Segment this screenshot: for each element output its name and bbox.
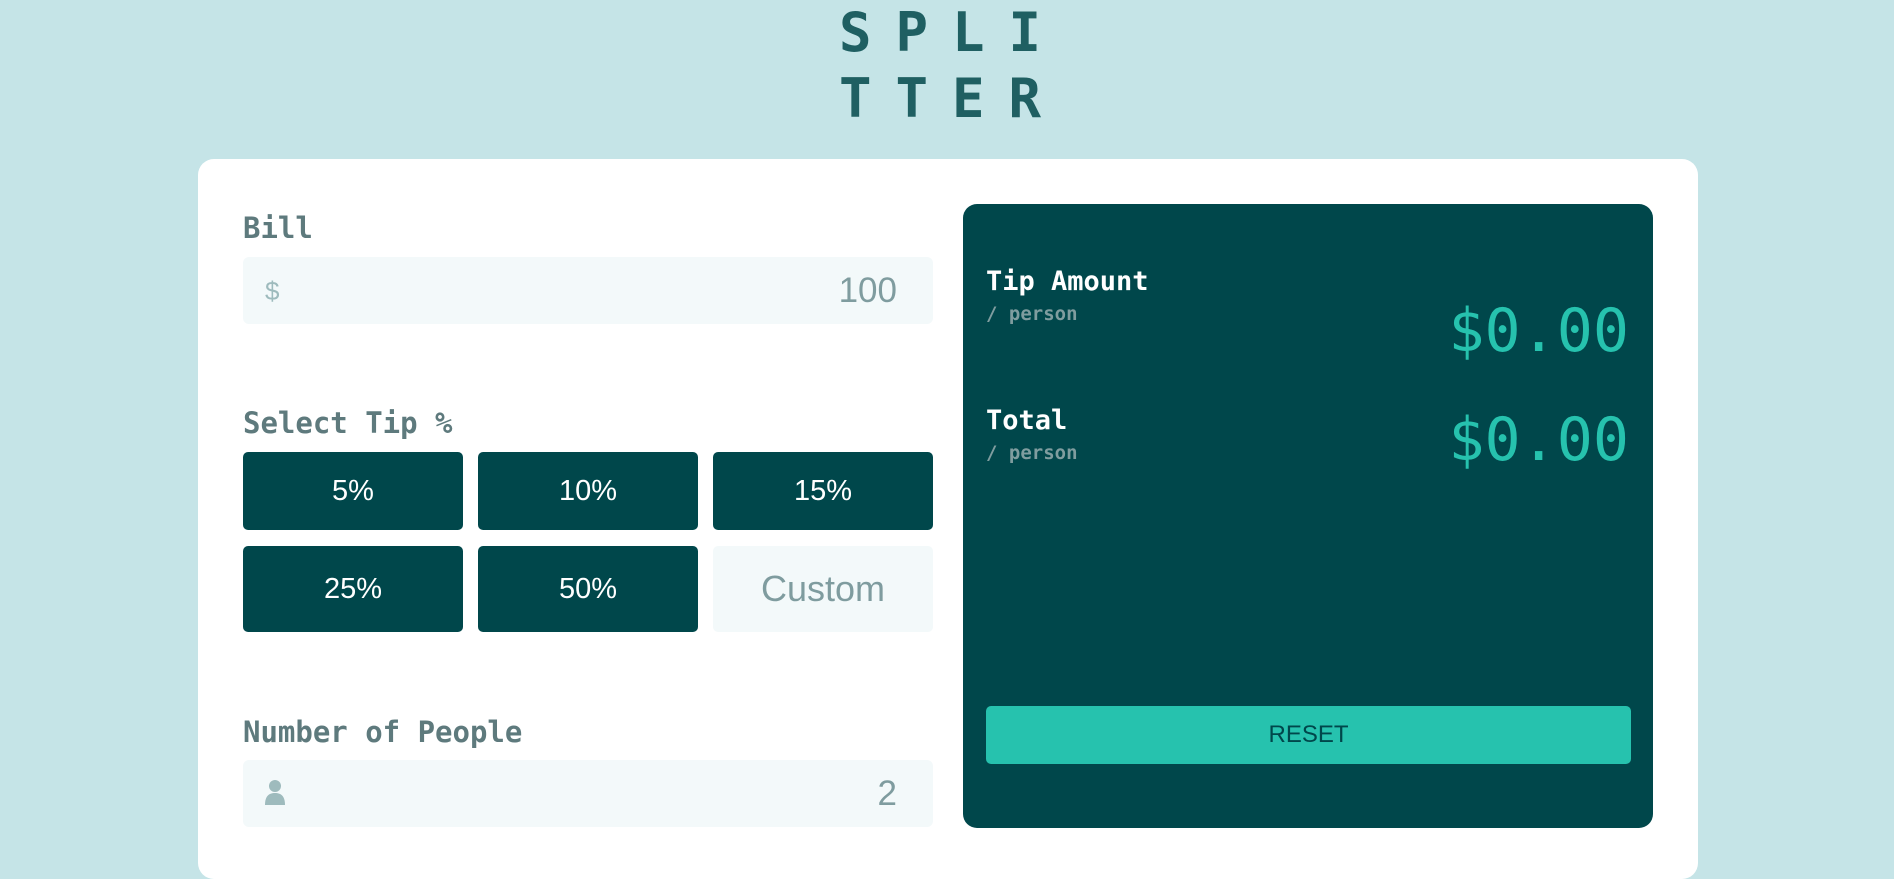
bill-input-value: 100 (838, 270, 897, 310)
bill-label: Bill (243, 211, 313, 245)
results-panel: Tip Amount / person $0.00 Total / person… (963, 204, 1653, 828)
tip-custom-input[interactable]: Custom (713, 546, 933, 632)
dollar-icon: $ (265, 275, 280, 306)
total-value: $0.00 (1448, 405, 1629, 475)
people-input-value: 2 (877, 773, 897, 813)
calculator-card: Bill $ 100 Select Tip % 5% 10% 15% 25% 5… (198, 159, 1698, 879)
total-label: Total (986, 405, 1068, 436)
tip-button-5[interactable]: 5% (243, 452, 463, 530)
person-icon (265, 779, 285, 809)
total-per-person-label: / person (986, 442, 1078, 464)
tip-button-50[interactable]: 50% (478, 546, 698, 632)
reset-button[interactable]: RESET (986, 706, 1631, 764)
tip-amount-per-person-label: / person (986, 303, 1078, 325)
tip-button-25[interactable]: 25% (243, 546, 463, 632)
tip-button-15[interactable]: 15% (713, 452, 933, 530)
app-logo: SPLI TTER (839, 1, 1066, 130)
tip-amount-value: $0.00 (1448, 296, 1629, 366)
select-tip-label: Select Tip % (243, 406, 453, 440)
people-input[interactable]: 2 (243, 760, 933, 827)
tip-button-10[interactable]: 10% (478, 452, 698, 530)
tip-amount-label: Tip Amount (986, 266, 1149, 297)
bill-input[interactable]: $ 100 (243, 257, 933, 324)
number-of-people-label: Number of People (243, 715, 523, 749)
